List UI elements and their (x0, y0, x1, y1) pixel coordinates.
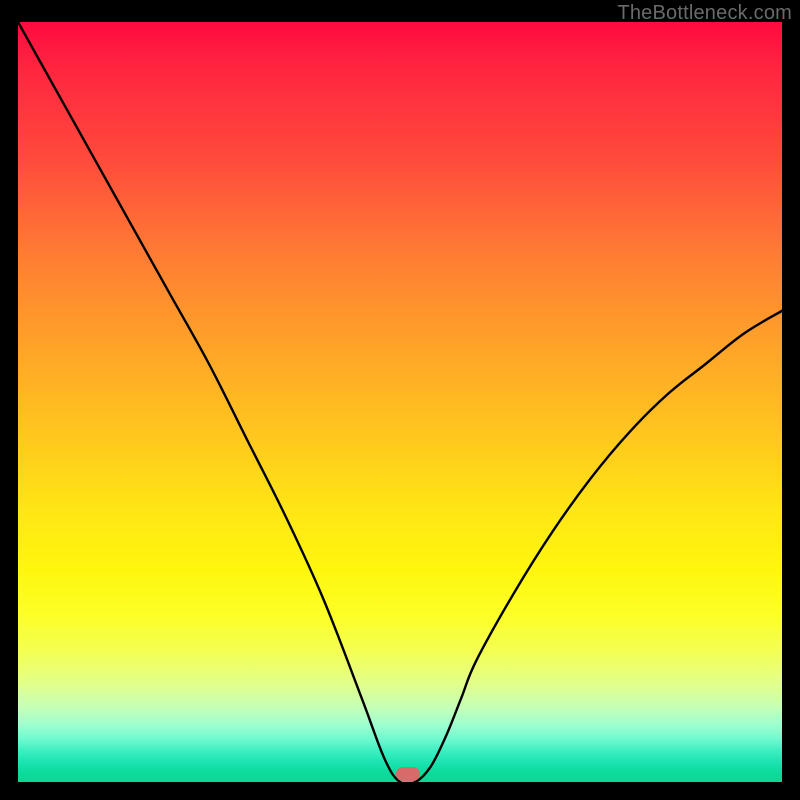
min-marker (396, 767, 420, 781)
curve-path (18, 22, 782, 782)
chart-frame: TheBottleneck.com (0, 0, 800, 800)
bottleneck-curve (18, 22, 782, 782)
plot-area (18, 22, 782, 782)
watermark-text: TheBottleneck.com (617, 2, 792, 25)
